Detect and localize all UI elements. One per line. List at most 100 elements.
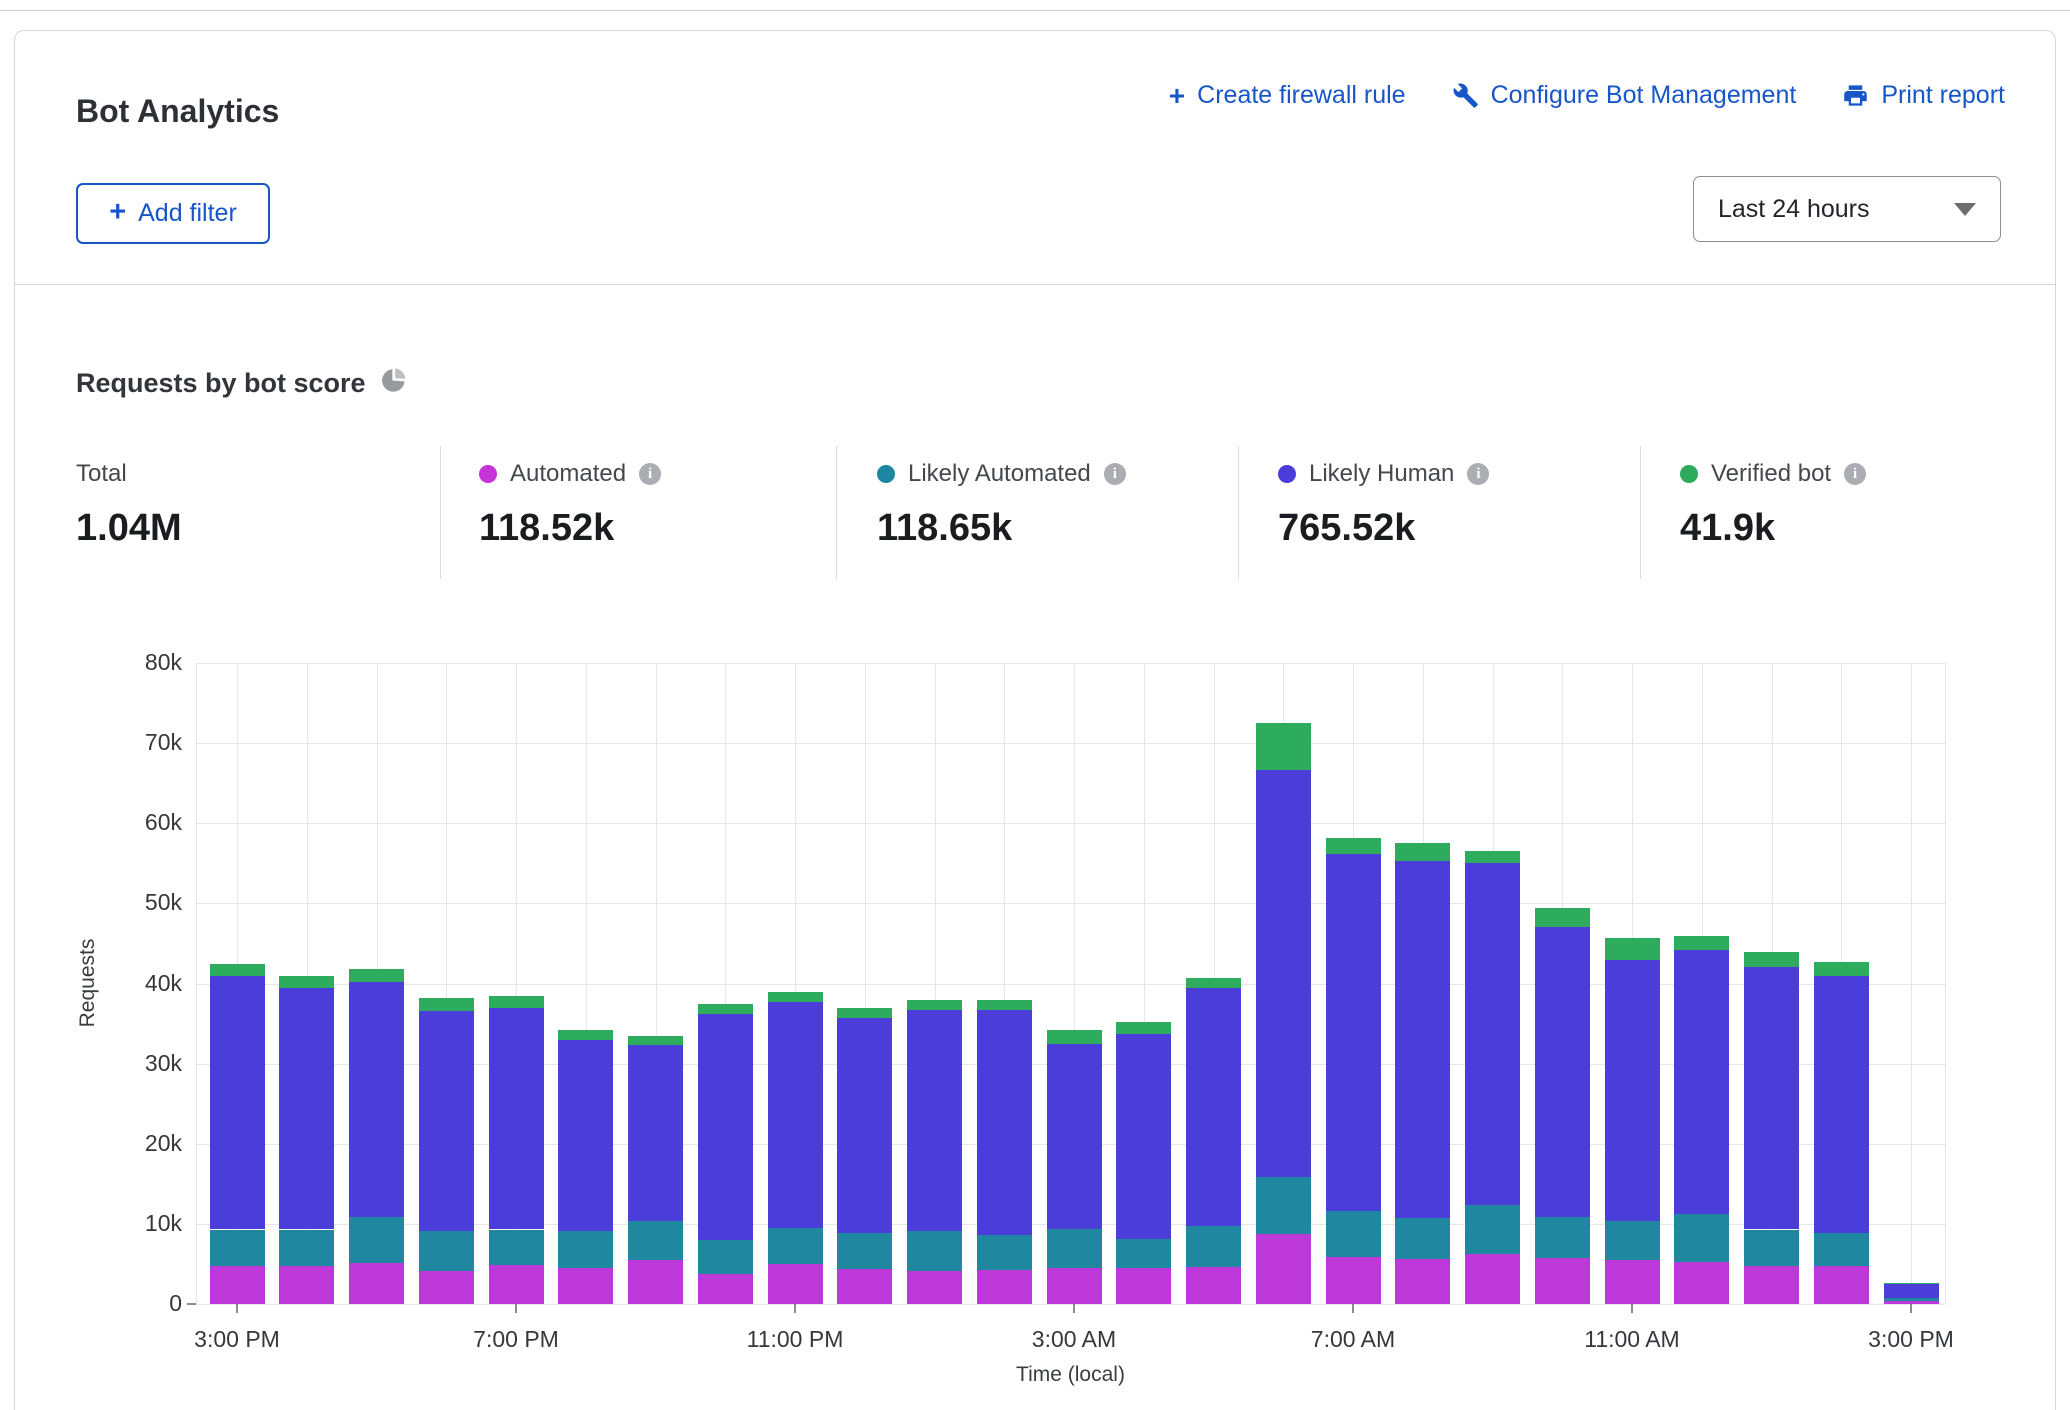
bar-segment-verified-bot <box>1744 952 1799 966</box>
y-axis-tick-label: 70k <box>102 729 182 756</box>
bar-segment-automated <box>1535 1258 1590 1304</box>
bar-segment-verified-bot <box>977 1000 1032 1010</box>
bar-segment-likely-automated <box>279 1230 334 1266</box>
y-axis-tick-label: 50k <box>102 889 182 916</box>
bar-segment-automated <box>1674 1262 1729 1304</box>
y-axis-tick-label: 30k <box>102 1050 182 1077</box>
bar-segment-verified-bot <box>1186 978 1241 988</box>
create-firewall-rule-label: Create firewall rule <box>1197 81 1405 110</box>
bar-segment-likely-human <box>279 988 334 1230</box>
stat-total: Total 1.04M <box>76 446 182 550</box>
bar-segment-likely-automated <box>1465 1205 1520 1254</box>
bar-segment-verified-bot <box>1605 938 1660 960</box>
horizontal-gridline <box>196 663 1945 664</box>
likely-automated-dot-icon <box>877 465 895 483</box>
bar-segment-likely-human <box>1535 927 1590 1218</box>
bar-segment-likely-human <box>1116 1034 1171 1239</box>
bar-1-00-am <box>907 1000 962 1304</box>
plot-border <box>1945 663 1946 1304</box>
info-icon[interactable]: i <box>1104 463 1126 485</box>
y-axis-tick-label: 80k <box>102 649 182 676</box>
x-axis-tick <box>1352 1304 1354 1313</box>
stat-automated[interactable]: Automated i 118.52k <box>479 446 661 550</box>
x-axis-tick <box>1073 1304 1075 1313</box>
info-icon[interactable]: i <box>1467 463 1489 485</box>
y-axis-title: Requests <box>76 883 100 1083</box>
top-divider <box>0 10 2070 11</box>
bar-segment-likely-human <box>1884 1284 1939 1298</box>
bar-segment-likely-human <box>907 1010 962 1231</box>
configure-bot-management-link[interactable]: Configure Bot Management <box>1452 81 1797 110</box>
print-report-link[interactable]: Print report <box>1842 81 2005 110</box>
stat-likely-human[interactable]: Likely Human i 765.52k <box>1278 446 1489 550</box>
x-axis-title: Time (local) <box>196 1363 1945 1387</box>
bar-segment-likely-human <box>349 982 404 1217</box>
bar-segment-automated <box>977 1270 1032 1304</box>
bar-segment-likely-human <box>977 1010 1032 1235</box>
bar-2-00-am <box>977 1000 1032 1304</box>
bar-segment-likely-automated <box>1395 1218 1450 1259</box>
bar-segment-likely-human <box>1814 976 1869 1232</box>
info-icon[interactable]: i <box>639 463 661 485</box>
bar-segment-likely-automated <box>977 1235 1032 1270</box>
time-range-select[interactable]: Last 24 hours <box>1693 176 2001 242</box>
print-report-label: Print report <box>1881 81 2005 110</box>
automated-dot-icon <box>479 465 497 483</box>
time-range-value: Last 24 hours <box>1718 195 1954 224</box>
bar-segment-verified-bot <box>419 998 474 1011</box>
plus-icon: + <box>109 198 126 227</box>
bar-4-00-am <box>1116 1022 1171 1304</box>
x-axis-tick-label: 11:00 AM <box>1552 1326 1712 1353</box>
bar-segment-automated <box>698 1274 753 1304</box>
bar-segment-automated <box>628 1260 683 1304</box>
x-axis-tick-label: 11:00 PM <box>715 1326 875 1353</box>
bar-segment-verified-bot <box>1465 851 1520 864</box>
bar-segment-verified-bot <box>210 964 265 975</box>
bar-segment-verified-bot <box>1395 843 1450 861</box>
bar-segment-automated <box>349 1263 404 1304</box>
bar-segment-likely-automated <box>1884 1298 1939 1301</box>
bar-segment-likely-human <box>210 976 265 1230</box>
y-axis-tick-label: 10k <box>102 1210 182 1237</box>
x-axis-tick <box>1910 1304 1912 1313</box>
stat-divider <box>836 446 837 579</box>
x-axis-tick-label: 7:00 PM <box>436 1326 596 1353</box>
bar-segment-automated <box>558 1268 613 1304</box>
plus-icon: + <box>1169 82 1185 110</box>
bar-segment-likely-human <box>698 1014 753 1240</box>
stats-row: Total 1.04M Automated i 118.52k Likely A… <box>15 446 2055 596</box>
bar-segment-likely-automated <box>419 1231 474 1271</box>
bar-10-00-pm <box>698 1004 753 1304</box>
bar-segment-likely-automated <box>1744 1230 1799 1266</box>
bar-segment-likely-automated <box>1814 1233 1869 1266</box>
bar-segment-verified-bot <box>1116 1022 1171 1034</box>
section-title: Requests by bot score <box>76 368 366 399</box>
bar-segment-verified-bot <box>628 1036 683 1045</box>
bar-6-00-am <box>1256 723 1311 1304</box>
x-axis-tick <box>236 1304 238 1313</box>
bar-segment-likely-human <box>1047 1044 1102 1228</box>
bar-7-00-am <box>1326 838 1381 1304</box>
bar-segment-verified-bot <box>1674 936 1729 950</box>
bar-1-00-pm <box>1744 952 1799 1304</box>
bar-segment-automated <box>210 1266 265 1304</box>
horizontal-gridline <box>196 903 1945 904</box>
create-firewall-rule-link[interactable]: + Create firewall rule <box>1169 81 1406 110</box>
bar-segment-likely-automated <box>1326 1211 1381 1257</box>
bar-segment-likely-human <box>1605 960 1660 1221</box>
bar-11-00-am <box>1605 938 1660 1304</box>
bot-analytics-card: Bot Analytics + Create firewall rule Con… <box>14 30 2056 1410</box>
bar-segment-likely-automated <box>768 1228 823 1264</box>
bar-segment-likely-human <box>1465 863 1520 1204</box>
bar-3-00-am <box>1047 1030 1102 1304</box>
bar-segment-likely-human <box>558 1040 613 1231</box>
bar-segment-verified-bot <box>698 1004 753 1014</box>
bar-segment-automated <box>1605 1260 1660 1304</box>
stat-verified-bot[interactable]: Verified bot i 41.9k <box>1680 446 1866 550</box>
stat-likely-automated[interactable]: Likely Automated i 118.65k <box>877 446 1126 550</box>
y-axis-tick-label: 60k <box>102 809 182 836</box>
add-filter-button[interactable]: + Add filter <box>76 183 270 244</box>
bar-segment-likely-automated <box>1116 1239 1171 1268</box>
likely-human-dot-icon <box>1278 465 1296 483</box>
info-icon[interactable]: i <box>1844 463 1866 485</box>
